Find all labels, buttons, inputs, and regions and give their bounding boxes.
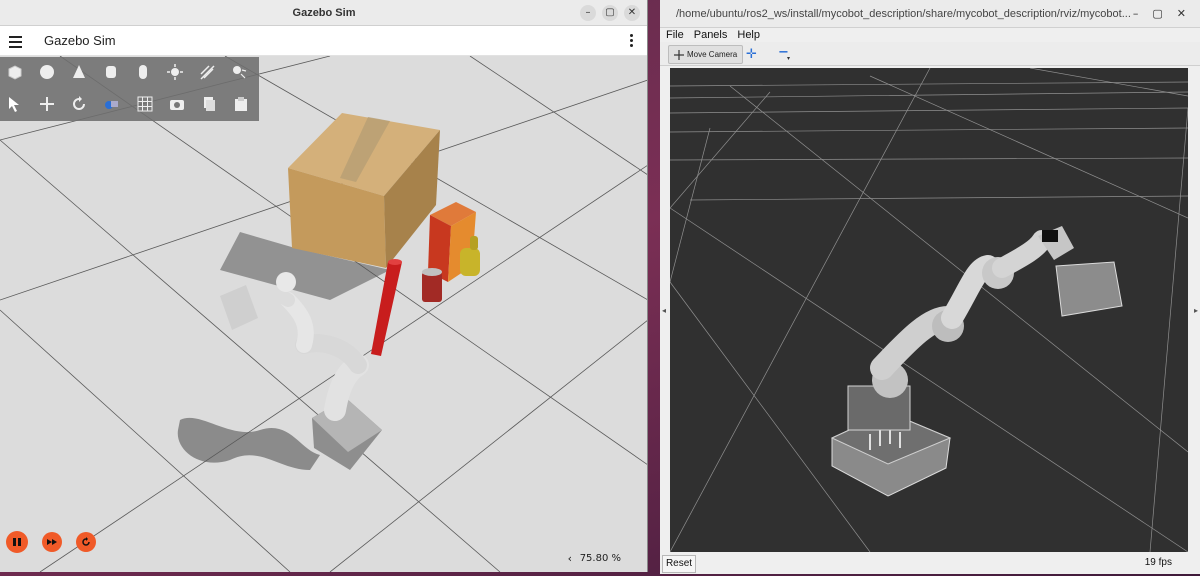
minimize-button[interactable]: – <box>1133 7 1139 20</box>
gazebo-window-title: Gazebo Sim <box>292 6 356 19</box>
cylinder-icon[interactable] <box>102 63 120 81</box>
rviz-toolbar: Move Camera ✛ − ▾ <box>660 42 1200 66</box>
gazebo-window: Gazebo Sim – ▢ ✕ Gazebo Sim ‹ 75.80 % <box>0 0 648 572</box>
menu-file[interactable]: File <box>666 28 684 42</box>
add-tool-icon[interactable]: ✛ <box>746 47 757 62</box>
sun-icon[interactable] <box>166 63 184 81</box>
fast-forward-icon <box>47 539 57 545</box>
close-button[interactable]: ✕ <box>624 5 640 21</box>
gazebo-toolbar <box>0 57 259 121</box>
minimize-button[interactable]: – <box>580 5 596 21</box>
select-icon[interactable] <box>6 95 24 113</box>
copy-icon[interactable] <box>200 95 218 113</box>
box-icon[interactable] <box>6 63 24 81</box>
pause-icon <box>13 538 21 546</box>
move-camera-button[interactable]: Move Camera <box>668 45 743 64</box>
menu-panels[interactable]: Panels <box>694 28 728 42</box>
fps-readout: 19 fps <box>1144 557 1172 568</box>
capsule-icon[interactable] <box>134 63 152 81</box>
maximize-button[interactable]: ▢ <box>602 5 618 21</box>
maximize-button[interactable]: ▢ <box>1152 7 1162 20</box>
reset-button[interactable]: Reset <box>662 555 696 573</box>
translate-icon[interactable] <box>38 95 56 113</box>
pause-button[interactable] <box>6 531 28 553</box>
real-time-factor: 75.80 % <box>579 553 621 564</box>
directional-light-icon[interactable] <box>198 63 216 81</box>
spot-light-icon[interactable] <box>230 63 248 81</box>
screenshot-icon[interactable] <box>168 95 186 113</box>
hamburger-menu-icon[interactable] <box>9 36 22 51</box>
more-options-icon[interactable] <box>630 34 634 49</box>
view-angle-icon[interactable] <box>102 95 120 113</box>
simulation-controls <box>6 531 96 553</box>
reset-icon <box>82 537 90 546</box>
sphere-icon[interactable] <box>38 63 56 81</box>
tool-dropdown-icon[interactable]: ▾ <box>787 55 790 62</box>
move-camera-label: Move Camera <box>687 50 738 59</box>
rviz-3d-viewport[interactable] <box>670 68 1188 552</box>
rviz-statusbar: Reset 19 fps <box>660 553 1200 574</box>
gazebo-titlebar: Gazebo Sim – ▢ ✕ <box>0 0 647 26</box>
right-panel-arrow-icon[interactable]: ▸ <box>1194 306 1198 315</box>
rotate-icon[interactable] <box>70 95 88 113</box>
soup-can <box>422 268 442 302</box>
paste-icon[interactable] <box>232 95 250 113</box>
menu-help[interactable]: Help <box>737 28 760 42</box>
close-button[interactable]: ✕ <box>1177 7 1186 20</box>
rviz-window-title: /home/ubuntu/ros2_ws/install/mycobot_des… <box>676 8 1131 20</box>
move-camera-icon <box>674 49 684 60</box>
step-forward-button[interactable] <box>42 532 62 552</box>
grid-icon[interactable] <box>136 95 154 113</box>
gazebo-3d-scene[interactable] <box>0 56 648 572</box>
gazebo-app-title: Gazebo Sim <box>44 33 116 48</box>
rviz-titlebar: /home/ubuntu/ros2_ws/install/mycobot_des… <box>660 0 1200 28</box>
rviz-menubar: File Panels Help <box>660 28 1200 42</box>
cone-icon[interactable] <box>70 63 88 81</box>
rviz-window: /home/ubuntu/ros2_ws/install/mycobot_des… <box>660 0 1200 574</box>
reset-simulation-button[interactable] <box>76 532 96 552</box>
gazebo-app-bar: Gazebo Sim <box>0 26 647 56</box>
left-panel-arrow-icon[interactable]: ◂ <box>662 306 666 315</box>
collapse-chevron-icon[interactable]: ‹ <box>568 552 572 565</box>
